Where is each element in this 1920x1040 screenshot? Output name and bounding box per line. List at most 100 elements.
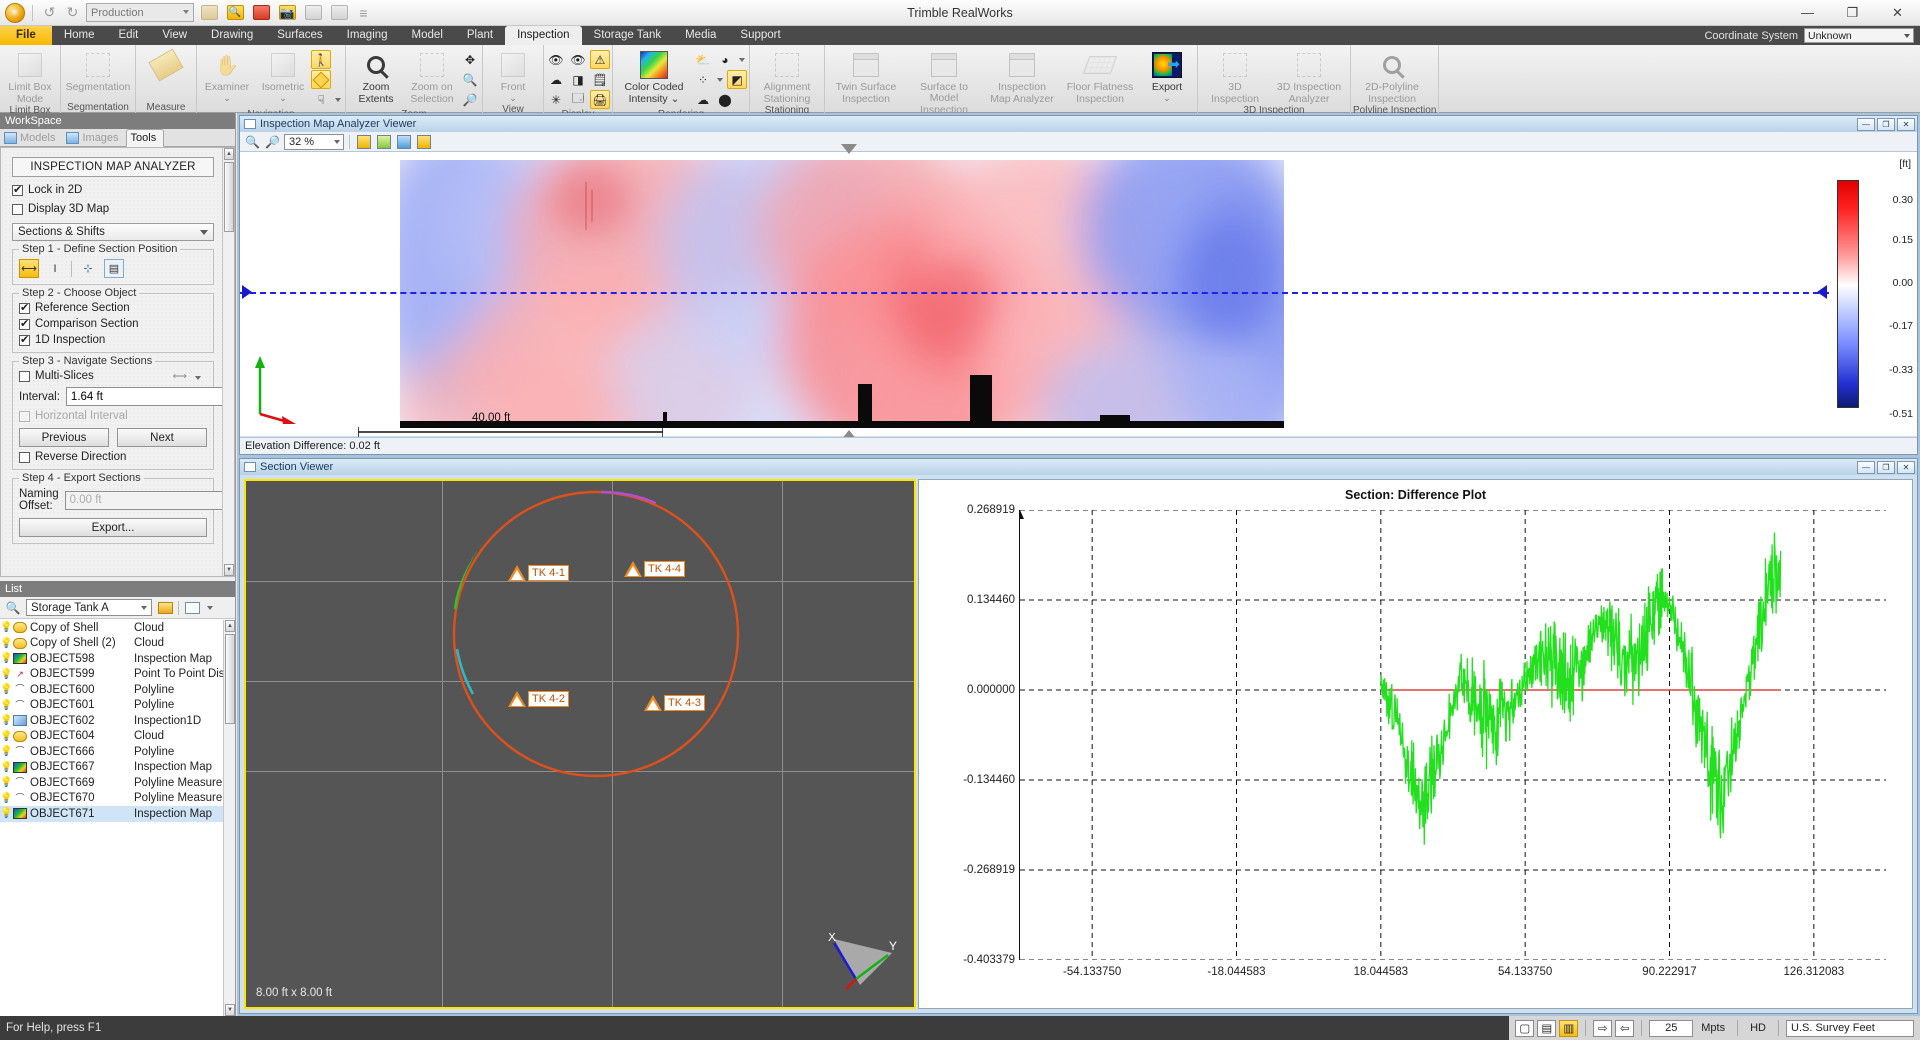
section-handle-right[interactable] <box>1817 285 1827 299</box>
visibility-toggle-icon[interactable]: 💡 <box>0 653 13 664</box>
tab-tools[interactable]: Tools <box>126 129 165 147</box>
show-all-icon[interactable]: 👁 <box>546 50 566 69</box>
tool-panel-scrollbar[interactable]: ▲ ▼ <box>222 148 234 576</box>
maximize-button[interactable]: ❐ <box>1830 0 1875 26</box>
3d-inspection-analyzer-button[interactable]: 3D Inspection Analyzer <box>1270 48 1348 105</box>
section-maximize-button[interactable]: ❐ <box>1877 461 1895 474</box>
lock-in-2d-checkbox[interactable] <box>12 185 23 196</box>
close-button[interactable]: ✕ <box>1875 0 1920 26</box>
tab-media[interactable]: Media <box>673 26 728 45</box>
palette-icon[interactable] <box>415 133 432 150</box>
comparison-section-row[interactable]: Comparison Section <box>19 318 207 330</box>
remove-display-icon[interactable]: 🗔 <box>568 90 588 109</box>
visibility-toggle-icon[interactable]: 💡 <box>0 684 13 695</box>
visibility-toggle-icon[interactable]: 💡 <box>0 638 13 649</box>
annotation-icon[interactable]: 🗒 <box>590 70 610 89</box>
profile-combo[interactable]: Production <box>86 3 194 22</box>
section-handle-top[interactable] <box>841 144 857 154</box>
list-scrollbar[interactable]: ▲ ▼ <box>223 620 235 1016</box>
layout-icon[interactable] <box>395 133 412 150</box>
visibility-toggle-icon[interactable]: 💡 <box>0 762 13 773</box>
table-row[interactable]: 💡OBJECT598Inspection Map <box>0 651 223 667</box>
twin-surface-inspection-button[interactable]: Twin Surface Inspection <box>827 48 905 105</box>
interval-input[interactable]: ▲▼ <box>66 387 235 406</box>
3d-axis-widget[interactable]: X Y <box>826 933 900 993</box>
tab-inspection[interactable]: Inspection <box>505 26 581 45</box>
visibility-toggle-icon[interactable]: 💡 <box>0 793 13 804</box>
redo-icon[interactable]: ↻ <box>63 3 82 22</box>
tab-home[interactable]: Home <box>52 26 107 45</box>
slice-spacing-icon[interactable]: ⟷ <box>173 371 187 382</box>
section-position-line[interactable] <box>240 292 1829 294</box>
tab-models[interactable]: Models <box>0 130 62 146</box>
visibility-toggle-icon[interactable]: 💡 <box>0 731 13 742</box>
shading-icon[interactable]: ◕ <box>715 50 735 69</box>
scroll-down-icon[interactable]: ▼ <box>224 564 234 576</box>
alignment-stationing-button[interactable]: Alignment Stationing <box>752 48 822 105</box>
table-row[interactable]: 💡↗OBJECT599Point To Point Dist... <box>0 667 223 683</box>
multi-slices-checkbox[interactable] <box>19 371 30 382</box>
clipping-warning-icon[interactable]: ⚠ <box>590 50 610 69</box>
inspection-map-analyzer-button[interactable]: Inspection Map Analyzer <box>983 48 1061 105</box>
measure-button[interactable] <box>138 48 194 81</box>
visibility-toggle-icon[interactable]: 💡 <box>0 700 13 711</box>
table-row[interactable]: 💡Copy of ShellCloud <box>0 620 223 636</box>
mode-select[interactable]: Sections & Shifts <box>12 223 214 241</box>
chevron-down-icon[interactable] <box>195 376 201 380</box>
walk-mode-icon[interactable]: 🚶 <box>311 50 331 69</box>
visibility-toggle-icon[interactable]: 💡 <box>0 746 13 757</box>
tab-view[interactable]: View <box>150 26 199 45</box>
scroll-up-icon[interactable]: ▲ <box>224 148 234 160</box>
orbit-mode-icon[interactable] <box>311 70 331 89</box>
reference-section-row[interactable]: Reference Section <box>19 302 207 314</box>
chevron-down-icon[interactable] <box>739 58 745 62</box>
table-row[interactable]: 💡Copy of Shell (2)Cloud <box>0 636 223 652</box>
table-row[interactable]: 💡OBJECT604Cloud <box>0 729 223 745</box>
table-row[interactable]: 💡⌒OBJECT600Polyline <box>0 682 223 698</box>
display-3d-map-checkbox[interactable] <box>12 204 23 215</box>
single-view-icon[interactable]: ▢ <box>1515 1020 1534 1037</box>
next-station-icon[interactable]: ⇨ <box>1593 1020 1612 1037</box>
chevron-down-icon[interactable] <box>207 606 213 610</box>
tab-model[interactable]: Model <box>400 26 455 45</box>
map-canvas[interactable]: 40.00 ft [ft] 0.30 0.15 0.00 -0.17 -0.33… <box>240 152 1917 436</box>
show-selected-icon[interactable]: 👁 <box>568 50 588 69</box>
reverse-direction-checkbox[interactable] <box>19 452 30 463</box>
chevron-down-icon[interactable] <box>335 98 341 102</box>
units-value[interactable]: U.S. Survey Feet <box>1786 1020 1914 1037</box>
cloud-settings-icon[interactable]: ⛅ <box>693 50 713 69</box>
color-coded-intensity-button[interactable]: Color Coded Intensity ⌄ <box>615 48 693 105</box>
export-dropdown-icon[interactable]: ⌄ <box>1163 93 1171 104</box>
minimize-button[interactable]: — <box>1785 0 1830 26</box>
zoom-extents-button[interactable]: Zoom Extents <box>348 48 404 105</box>
registration-icon[interactable] <box>250 3 272 23</box>
surface-to-model-inspection-button[interactable]: Surface to Model Inspection <box>905 48 983 116</box>
inspection-heatmap[interactable] <box>400 160 1284 428</box>
properties-icon[interactable]: ▤ <box>104 259 124 278</box>
1d-inspection-checkbox[interactable] <box>19 335 30 346</box>
map-close-button[interactable]: ✕ <box>1897 118 1915 131</box>
previous-button[interactable]: Previous <box>19 428 109 447</box>
print-view-icon[interactable]: 🖨 <box>590 90 610 109</box>
search-icon[interactable]: 🔍 <box>4 599 22 616</box>
chevron-down-icon[interactable] <box>717 78 723 82</box>
zoom-on-selection-button[interactable]: Zoom on Selection <box>404 48 460 105</box>
pick-mode-icon[interactable]: ☟ <box>311 90 331 109</box>
tab-storage-tank[interactable]: Storage Tank <box>582 26 674 45</box>
zoom-out-icon[interactable]: 🔎 <box>264 133 281 150</box>
tank-marker-tk-4-2[interactable]: TK 4-2 <box>508 691 569 707</box>
tab-surfaces[interactable]: Surfaces <box>265 26 334 45</box>
pick-point-icon[interactable]: ⊹ <box>78 259 98 278</box>
1d-inspection-row[interactable]: 1D Inspection <box>19 334 207 346</box>
isometric-button[interactable]: Isometric ⌄ <box>255 48 311 104</box>
scroll-down-icon[interactable]: ▼ <box>225 1004 235 1016</box>
save-icon[interactable] <box>302 3 324 23</box>
overflow-icon[interactable]: ≡ <box>354 3 373 22</box>
sphere-render-icon[interactable]: ⬤ <box>715 90 735 109</box>
examiner-button[interactable]: ✋ Examiner ⌄ <box>199 48 255 104</box>
multi-slices-row[interactable]: Multi-Slices ⟷ <box>19 370 207 382</box>
horizontal-section-icon[interactable]: ⟷ <box>19 259 39 278</box>
gradient-render-icon[interactable]: ◩ <box>727 70 747 89</box>
tab-imaging[interactable]: Imaging <box>335 26 400 45</box>
snapshot-icon[interactable]: 📷 <box>276 3 298 23</box>
